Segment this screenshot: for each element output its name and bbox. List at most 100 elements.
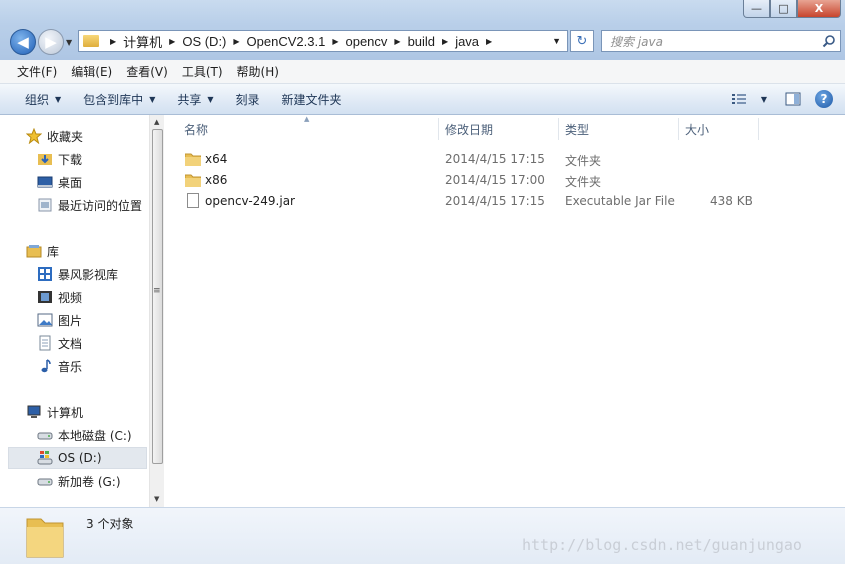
nav-item-label: 最近访问的位置	[58, 198, 143, 213]
nav-item-documents[interactable]: 文档	[37, 332, 82, 354]
file-name: x64	[205, 152, 228, 166]
computer-icon	[26, 404, 42, 420]
nav-item-downloads[interactable]: 下载	[37, 148, 82, 170]
close-button[interactable]: X	[797, 0, 841, 18]
jar-file-icon	[187, 193, 199, 208]
table-row[interactable]: x64 2014/4/15 17:15 文件夹	[164, 149, 845, 170]
nav-item-label: 桌面	[58, 175, 83, 190]
address-bar[interactable]: ▶ 计算机 ▶ OS (D:) ▶ OpenCV2.3.1 ▶ opencv ▶…	[78, 30, 568, 52]
breadcrumb-java[interactable]: java	[455, 34, 479, 49]
nav-item-label: 新加卷 (G:)	[58, 474, 121, 489]
breadcrumb-opencv[interactable]: opencv	[345, 34, 387, 49]
drive-icon	[37, 473, 53, 489]
breadcrumb-computer[interactable]: 计算机	[123, 32, 162, 51]
maximize-button[interactable]: □	[770, 0, 797, 18]
chevron-down-icon: ▼	[149, 94, 156, 104]
music-note-icon	[37, 358, 53, 374]
forward-button[interactable]: ▶	[38, 29, 64, 55]
chevron-right-icon[interactable]: ▶	[110, 37, 116, 46]
nav-item-drive-d[interactable]: OS (D:)	[8, 447, 147, 469]
nav-favorites[interactable]: 收藏夹	[25, 125, 83, 147]
nav-scrollbar[interactable]: ▲ ≡ ▼	[149, 115, 164, 507]
refresh-button[interactable]: ↻	[570, 30, 594, 52]
file-name: x86	[205, 173, 228, 187]
back-arrow-icon: ◀	[17, 33, 29, 51]
nav-computer[interactable]: 计算机	[26, 401, 83, 423]
menu-edit[interactable]: 编辑(E)	[64, 63, 119, 80]
new-folder-button[interactable]: 新建文件夹	[273, 91, 351, 108]
column-divider[interactable]	[438, 118, 439, 140]
share-button[interactable]: 共享 ▼	[168, 91, 222, 108]
breadcrumb-opencv231[interactable]: OpenCV2.3.1	[247, 34, 326, 49]
column-divider[interactable]	[678, 118, 679, 140]
minimize-button[interactable]: —	[743, 0, 770, 18]
column-divider[interactable]	[758, 118, 759, 140]
column-name[interactable]: 名称	[184, 121, 208, 138]
drive-icon	[37, 427, 53, 443]
breadcrumb-os-d[interactable]: OS (D:)	[182, 34, 226, 49]
chevron-right-icon[interactable]: ▶	[233, 37, 239, 46]
nav-item-desktop[interactable]: 桌面	[37, 171, 82, 193]
nav-item-label: 本地磁盘 (C:)	[58, 428, 132, 443]
preview-pane-icon[interactable]	[785, 91, 801, 107]
navigation-pane: 收藏夹 下载 桌面 最近访问的位置 库 暴风影视库 视频 图片 文档 音乐 计算…	[0, 115, 164, 507]
nav-libraries-label: 库	[47, 244, 60, 259]
help-icon[interactable]: ?	[815, 90, 833, 108]
sort-ascending-icon: ▲	[304, 115, 310, 123]
back-button[interactable]: ◀	[10, 29, 36, 55]
address-dropdown-icon[interactable]: ▼	[552, 36, 561, 46]
nav-item-baofeng-library[interactable]: 暴风影视库	[37, 263, 118, 285]
scroll-thumb[interactable]	[152, 129, 163, 464]
folder-icon	[83, 35, 99, 47]
column-date[interactable]: 修改日期	[445, 121, 493, 138]
breadcrumb-build[interactable]: build	[408, 34, 435, 49]
folder-icon	[185, 174, 201, 187]
nav-item-label: 音乐	[58, 359, 83, 374]
view-options-icon[interactable]	[731, 91, 747, 107]
folder-icon	[185, 153, 201, 166]
table-row[interactable]: opencv-249.jar 2014/4/15 17:15 Executabl…	[164, 191, 845, 212]
menu-help[interactable]: 帮助(H)	[230, 63, 286, 80]
nav-item-label: OS (D:)	[58, 451, 102, 465]
nav-item-pictures[interactable]: 图片	[37, 309, 82, 331]
nav-libraries[interactable]: 库	[26, 240, 59, 262]
chevron-right-icon[interactable]: ▶	[486, 37, 492, 46]
search-icon[interactable]	[822, 34, 836, 48]
nav-item-drive-c[interactable]: 本地磁盘 (C:)	[37, 424, 132, 446]
nav-item-videos[interactable]: 视频	[37, 286, 82, 308]
recent-places-icon	[37, 197, 53, 213]
nav-item-recent-places[interactable]: 最近访问的位置	[37, 194, 142, 216]
scroll-down-icon[interactable]: ▼	[154, 495, 159, 503]
documents-icon	[37, 335, 53, 351]
nav-item-label: 暴风影视库	[58, 267, 119, 282]
chevron-right-icon[interactable]: ▶	[332, 37, 338, 46]
file-name: opencv-249.jar	[205, 194, 295, 208]
column-type[interactable]: 类型	[565, 121, 589, 138]
menu-view[interactable]: 查看(V)	[119, 63, 175, 80]
nav-computer-label: 计算机	[47, 405, 84, 420]
nav-item-drive-g[interactable]: 新加卷 (G:)	[37, 470, 121, 492]
search-input[interactable]: 搜索 java	[601, 30, 841, 52]
watermark: http://blog.csdn.net/guanjungao	[522, 536, 802, 554]
chevron-right-icon[interactable]: ▶	[169, 37, 175, 46]
include-in-library-button[interactable]: 包含到库中 ▼	[74, 91, 164, 108]
nav-item-music[interactable]: 音乐	[37, 355, 82, 377]
burn-button[interactable]: 刻录	[227, 91, 269, 108]
file-size: 438 KB	[710, 194, 753, 208]
chevron-right-icon[interactable]: ▶	[394, 37, 400, 46]
column-size[interactable]: 大小	[685, 121, 709, 138]
history-dropdown-icon[interactable]: ▼	[66, 38, 72, 47]
windows-drive-icon	[37, 450, 53, 466]
column-divider[interactable]	[558, 118, 559, 140]
nav-item-label: 文档	[58, 336, 83, 351]
chevron-right-icon[interactable]: ▶	[442, 37, 448, 46]
menu-file[interactable]: 文件(F)	[10, 63, 64, 80]
view-dropdown-icon[interactable]: ▼	[761, 95, 767, 104]
organize-button[interactable]: 组织 ▼	[16, 91, 70, 108]
menu-tools[interactable]: 工具(T)	[175, 63, 230, 80]
table-row[interactable]: x86 2014/4/15 17:00 文件夹	[164, 170, 845, 191]
pictures-icon	[37, 312, 53, 328]
scroll-up-icon[interactable]: ▲	[154, 118, 159, 126]
command-bar: 组织 ▼ 包含到库中 ▼ 共享 ▼ 刻录 新建文件夹 ▼ ?	[0, 84, 845, 115]
search-placeholder: 搜索 java	[610, 34, 663, 49]
